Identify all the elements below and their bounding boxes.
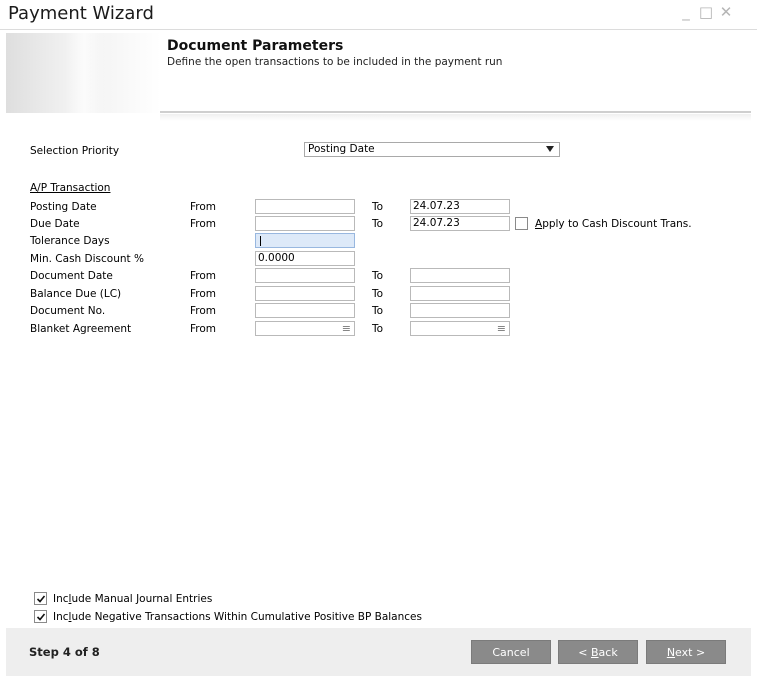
include-negative-label-pre: Inc	[53, 611, 69, 623]
next-button[interactable]: Next >	[646, 640, 726, 664]
balance-due-to-label: To	[372, 288, 384, 300]
due-date-from-label: From	[190, 218, 217, 230]
blanket-agreement-to-input[interactable]: ≡	[410, 321, 510, 336]
posting-date-to-input[interactable]: 24.07.23	[410, 199, 510, 214]
posting-date-from-input[interactable]	[255, 199, 355, 214]
blanket-agreement-label: Blanket Agreement	[30, 323, 132, 335]
include-manual-journal-label: Include Manual Journal Entries	[53, 592, 212, 606]
due-date-to-input[interactable]: 24.07.23	[410, 216, 510, 231]
back-button-pre: <	[578, 646, 591, 659]
min-cash-discount-label: Min. Cash Discount %	[30, 253, 144, 265]
document-no-from-label: From	[190, 305, 217, 317]
document-no-to-input[interactable]	[410, 303, 510, 318]
text-caret	[260, 236, 261, 246]
include-manual-journal-checkbox[interactable]	[34, 592, 47, 605]
posting-date-from-label: From	[190, 201, 217, 213]
posting-date-label: Posting Date	[30, 201, 97, 213]
document-date-to-input[interactable]	[410, 268, 510, 283]
due-date-to-label: To	[372, 218, 384, 230]
next-button-accel: N	[666, 646, 676, 659]
include-manual-journal-label-pre: Inc	[53, 593, 69, 605]
title-divider	[0, 29, 757, 30]
document-date-label: Document Date	[30, 270, 113, 282]
cancel-button[interactable]: Cancel	[471, 640, 551, 664]
tolerance-days-input[interactable]	[255, 233, 355, 248]
step-indicator: Step 4 of 8	[29, 645, 100, 659]
header-divider	[160, 111, 751, 113]
close-button[interactable]: ✕	[718, 2, 734, 22]
wizard-side-panel	[6, 33, 161, 113]
document-date-from-label: From	[190, 270, 217, 282]
balance-due-label: Balance Due (LC)	[30, 288, 122, 300]
balance-due-from-label: From	[190, 288, 217, 300]
wizard-footer	[6, 628, 751, 676]
blanket-agreement-to-label: To	[372, 323, 384, 335]
posting-date-to-label: To	[372, 201, 384, 213]
include-manual-journal-label-post: ude Manual Journal Entries	[71, 593, 213, 605]
page-title: Document Parameters	[167, 38, 344, 54]
next-button-post: ext >	[675, 646, 706, 659]
ap-transaction-heading: A/P Transaction	[30, 182, 111, 194]
due-date-label: Due Date	[30, 218, 80, 230]
include-negative-transactions-label: Include Negative Transactions Within Cum…	[53, 610, 422, 624]
choose-from-list-icon[interactable]: ≡	[342, 322, 351, 335]
balance-due-from-input[interactable]	[255, 286, 355, 301]
window-title: Payment Wizard	[8, 3, 154, 24]
blanket-agreement-from-label: From	[190, 323, 217, 335]
selection-priority-dropdown[interactable]: Posting Date	[304, 142, 560, 157]
include-negative-transactions-checkbox[interactable]	[34, 610, 47, 623]
checkmark-icon	[36, 595, 46, 603]
document-no-from-input[interactable]	[255, 303, 355, 318]
dropdown-arrow-icon	[546, 146, 554, 152]
document-no-to-label: To	[372, 305, 384, 317]
selection-priority-value: Posting Date	[308, 143, 375, 155]
checkmark-icon	[36, 613, 46, 621]
tolerance-days-label: Tolerance Days	[30, 235, 110, 247]
selection-priority-label: Selection Priority	[30, 145, 120, 157]
min-cash-discount-input[interactable]: 0.0000	[255, 251, 355, 266]
maximize-button[interactable]: □	[698, 2, 714, 22]
minimize-button[interactable]: _	[678, 2, 694, 22]
back-button-accel: B	[591, 646, 599, 659]
document-date-from-input[interactable]	[255, 268, 355, 283]
apply-cash-discount-checkbox[interactable]	[515, 217, 528, 230]
back-button[interactable]: < Back	[558, 640, 638, 664]
header-shadow	[160, 114, 751, 121]
include-negative-label-post: ude Negative Transactions Within Cumulat…	[71, 611, 422, 623]
document-no-label: Document No.	[30, 305, 106, 317]
blanket-agreement-from-input[interactable]: ≡	[255, 321, 355, 336]
page-subtitle: Define the open transactions to be inclu…	[167, 56, 503, 68]
due-date-from-input[interactable]	[255, 216, 355, 231]
apply-cash-discount-label-post: pply to Cash Discount Trans.	[542, 218, 692, 230]
apply-cash-discount-label: Apply to Cash Discount Trans.	[535, 217, 692, 231]
balance-due-to-input[interactable]	[410, 286, 510, 301]
choose-from-list-icon[interactable]: ≡	[497, 322, 506, 335]
back-button-post: ack	[598, 646, 618, 659]
document-date-to-label: To	[372, 270, 384, 282]
